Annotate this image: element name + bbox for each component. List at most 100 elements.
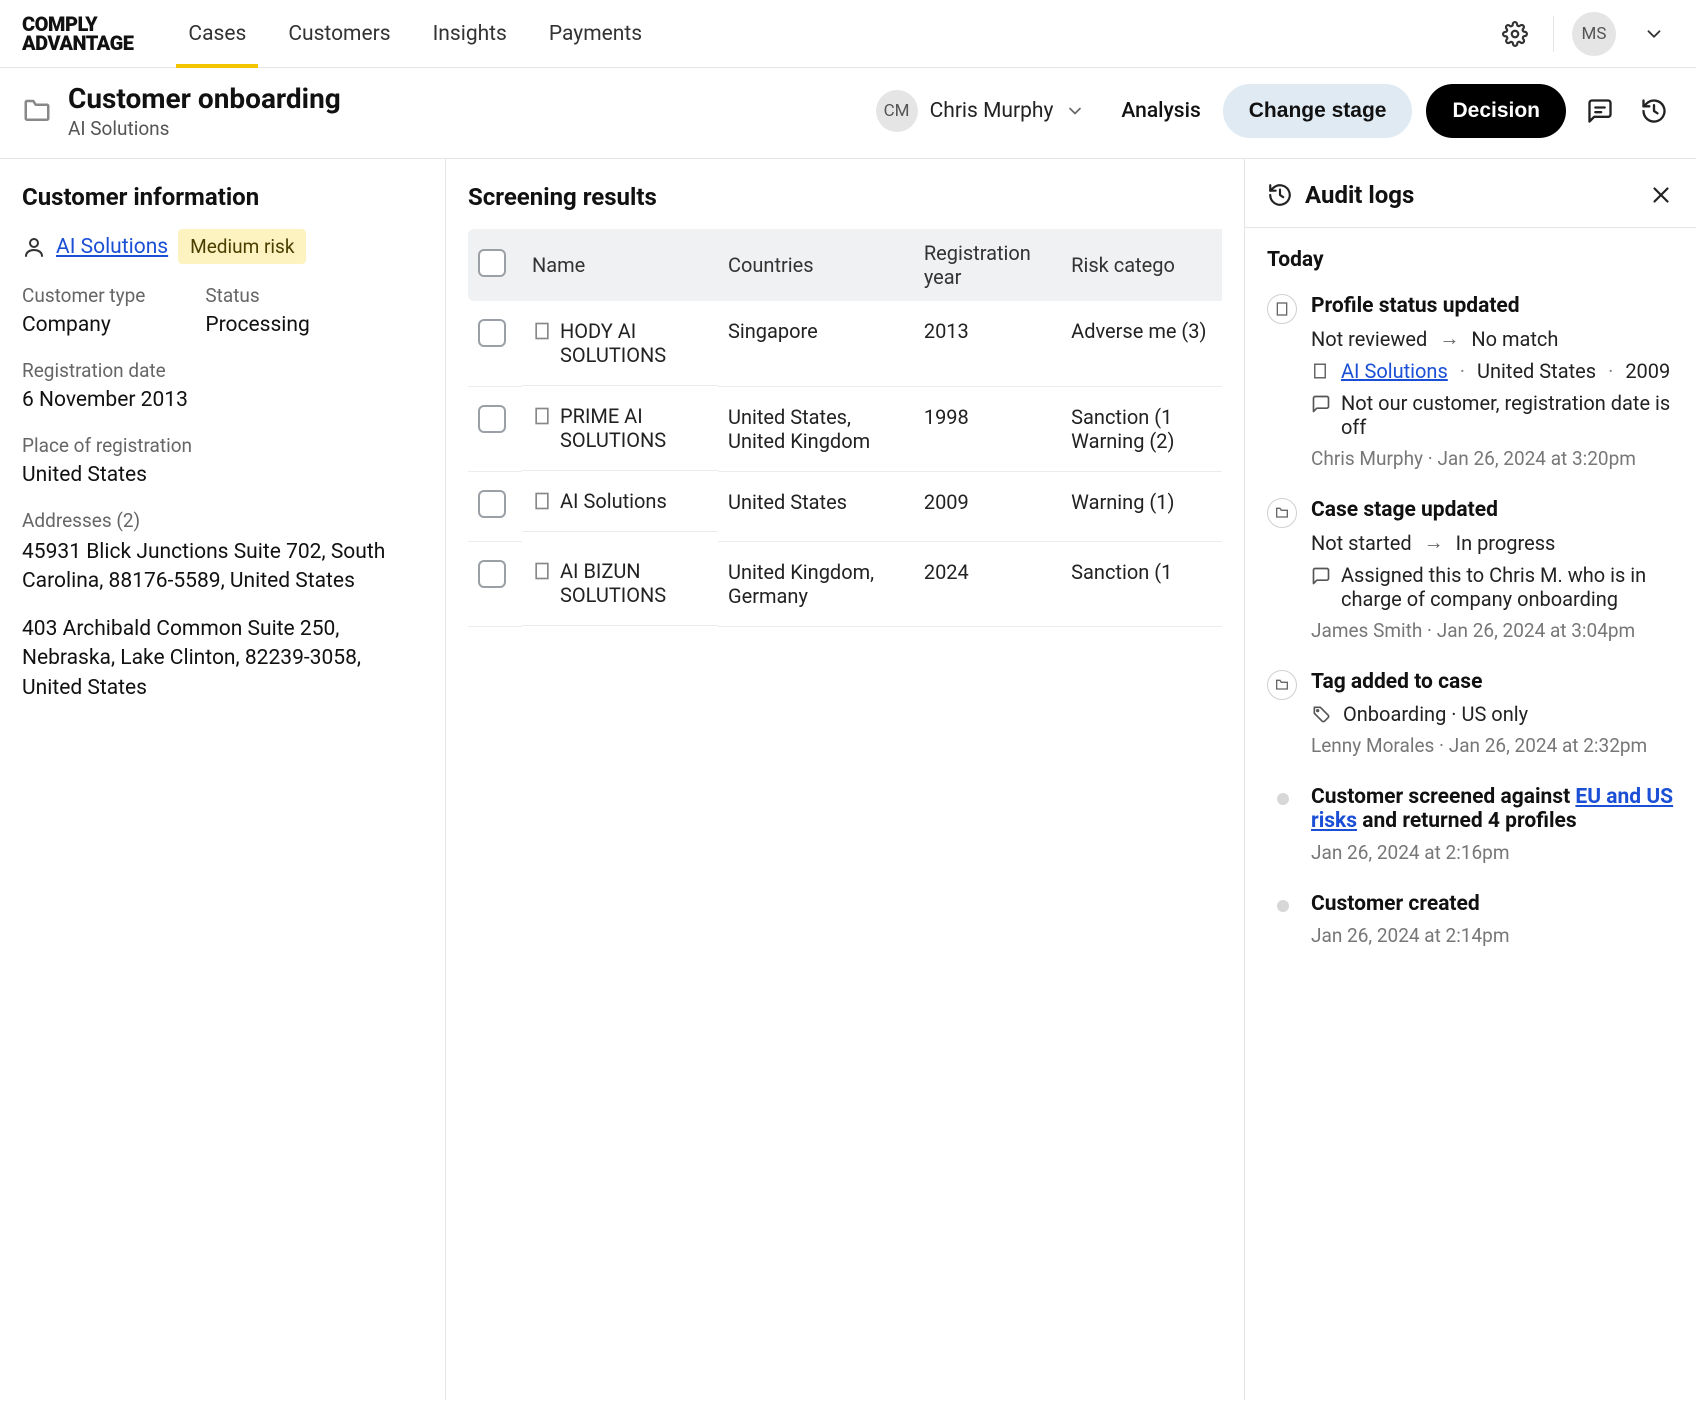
decision-button[interactable]: Decision (1426, 84, 1566, 138)
audit-timestamp: Jan 26, 2024 at 2:16pm (1311, 841, 1510, 864)
row-name: AI BIZUN SOLUTIONS (560, 559, 708, 607)
arrow-right-icon: → (1424, 530, 1444, 555)
screening-table: Name Countries Registration year Risk ca… (468, 229, 1222, 627)
place-of-registration-value: United States (22, 463, 423, 487)
table-row[interactable]: AI BIZUN SOLUTIONS United Kingdom, Germa… (468, 541, 1222, 626)
building-icon (532, 561, 552, 581)
col-registration-year[interactable]: Registration year (914, 229, 1061, 301)
row-year: 1998 (914, 386, 1061, 471)
folder-icon (22, 96, 52, 126)
address-1: 45931 Blick Junctions Suite 702, South C… (22, 538, 423, 597)
customer-name-link[interactable]: AI Solutions (56, 235, 168, 259)
place-of-registration-label: Place of registration (22, 434, 423, 457)
nav-tab-insights[interactable]: Insights (433, 0, 507, 67)
row-year: 2024 (914, 541, 1061, 626)
timeline-dot-icon (1277, 900, 1289, 912)
status-to: No match (1471, 327, 1558, 351)
row-name: HODY AI SOLUTIONS (560, 319, 708, 367)
change-stage-button[interactable]: Change stage (1223, 84, 1413, 138)
row-countries: United Kingdom, Germany (718, 541, 914, 626)
audit-actor: Chris Murphy (1311, 447, 1423, 470)
comment-icon (1586, 97, 1614, 125)
table-row[interactable]: AI Solutions United States 2009 Warning … (468, 471, 1222, 541)
building-icon (1267, 294, 1297, 324)
audit-entity-link[interactable]: AI Solutions (1341, 359, 1448, 383)
analysis-link[interactable]: Analysis (1113, 99, 1208, 123)
settings-button[interactable] (1495, 14, 1535, 54)
assignee-selector[interactable]: CM Chris Murphy (862, 82, 1100, 140)
row-risk: Sanction (1 (1061, 541, 1222, 626)
audit-note: Not our customer, registration date is o… (1341, 391, 1674, 439)
row-checkbox[interactable] (478, 405, 506, 433)
nav-tab-payments[interactable]: Payments (549, 0, 642, 67)
current-user-avatar[interactable]: MS (1572, 12, 1616, 56)
row-risk: Warning (1) (1061, 471, 1222, 541)
nav-tab-cases[interactable]: Cases (188, 0, 246, 67)
audit-day-label: Today (1267, 248, 1674, 272)
audit-tags: Onboarding · US only (1343, 702, 1528, 726)
audit-item: Profile status updated Not reviewed → No… (1267, 294, 1674, 470)
registration-date-label: Registration date (22, 359, 423, 382)
row-name: PRIME AI SOLUTIONS (560, 404, 708, 452)
row-checkbox[interactable] (478, 490, 506, 518)
nav-tab-customers[interactable]: Customers (288, 0, 390, 67)
audit-item: Tag added to case Onboarding · US only L… (1267, 670, 1674, 757)
audit-timestamp: Jan 26, 2024 at 2:14pm (1311, 924, 1510, 947)
row-countries: Singapore (718, 301, 914, 386)
arrow-right-icon: → (1439, 326, 1459, 351)
case-title: Customer onboarding (68, 82, 341, 115)
folder-icon (1267, 498, 1297, 528)
row-countries: United States, United Kingdom (718, 386, 914, 471)
audit-timestamp: Jan 26, 2024 at 3:04pm (1437, 619, 1636, 642)
divider (1553, 16, 1554, 52)
history-icon (1640, 97, 1668, 125)
row-checkbox[interactable] (478, 560, 506, 588)
nav-tabs: Cases Customers Insights Payments (188, 0, 642, 67)
person-icon (22, 235, 46, 259)
audit-title: Audit logs (1305, 181, 1414, 209)
table-row[interactable]: HODY AI SOLUTIONS Singapore 2013 Adverse… (468, 301, 1222, 386)
status-to: In progress (1456, 531, 1556, 555)
customer-type-label: Customer type (22, 284, 145, 307)
audit-timestamp: Jan 26, 2024 at 2:32pm (1449, 734, 1648, 757)
audit-log-panel: Audit logs Today Profile status updated … (1244, 159, 1696, 1400)
select-all-checkbox[interactable] (478, 249, 506, 277)
audit-item-title: Customer screened against EU and US risk… (1311, 785, 1674, 833)
note-icon (1311, 566, 1331, 586)
close-audit-button[interactable] (1648, 182, 1674, 208)
timeline-dot-icon (1277, 793, 1289, 805)
screening-title: Screening results (468, 183, 1222, 211)
audit-item: Customer created Jan 26, 2024 at 2:14pm (1267, 892, 1674, 947)
close-icon (1648, 182, 1674, 208)
audit-item-title: Tag added to case (1311, 670, 1674, 694)
audit-timestamp: Jan 26, 2024 at 3:20pm (1437, 447, 1636, 470)
address-2: 403 Archibald Common Suite 250, Nebraska… (22, 615, 423, 703)
audit-entity-year: 2009 (1625, 359, 1670, 383)
audit-note: Assigned this to Chris M. who is in char… (1341, 563, 1674, 611)
status-from: Not started (1311, 531, 1412, 555)
audit-item-title: Customer created (1311, 892, 1674, 916)
brand-logo: COMPLY ADVANTAGE (22, 15, 133, 53)
history-icon (1267, 182, 1293, 208)
case-header: Customer onboarding AI Solutions CM Chri… (0, 68, 1696, 159)
audit-item-title: Case stage updated (1311, 498, 1674, 522)
comments-button[interactable] (1580, 91, 1620, 131)
top-nav: COMPLY ADVANTAGE Cases Customers Insight… (0, 0, 1696, 68)
col-name[interactable]: Name (522, 229, 718, 301)
customer-info-panel: Customer information AI Solutions Medium… (0, 159, 446, 1400)
user-menu-toggle[interactable] (1634, 14, 1674, 54)
audit-item: Case stage updated Not started → In prog… (1267, 498, 1674, 642)
table-row[interactable]: PRIME AI SOLUTIONS United States, United… (468, 386, 1222, 471)
gear-icon (1502, 21, 1528, 47)
row-risk: Adverse me (3) (1061, 301, 1222, 386)
col-risk-category[interactable]: Risk catego (1061, 229, 1222, 301)
audit-actor: James Smith (1311, 619, 1422, 642)
status-label: Status (205, 284, 309, 307)
col-countries[interactable]: Countries (718, 229, 914, 301)
assignee-avatar: CM (876, 90, 918, 132)
note-icon (1311, 394, 1331, 414)
row-checkbox[interactable] (478, 319, 506, 347)
folder-icon (1267, 670, 1297, 700)
risk-badge: Medium risk (178, 229, 306, 264)
audit-log-button[interactable] (1634, 91, 1674, 131)
